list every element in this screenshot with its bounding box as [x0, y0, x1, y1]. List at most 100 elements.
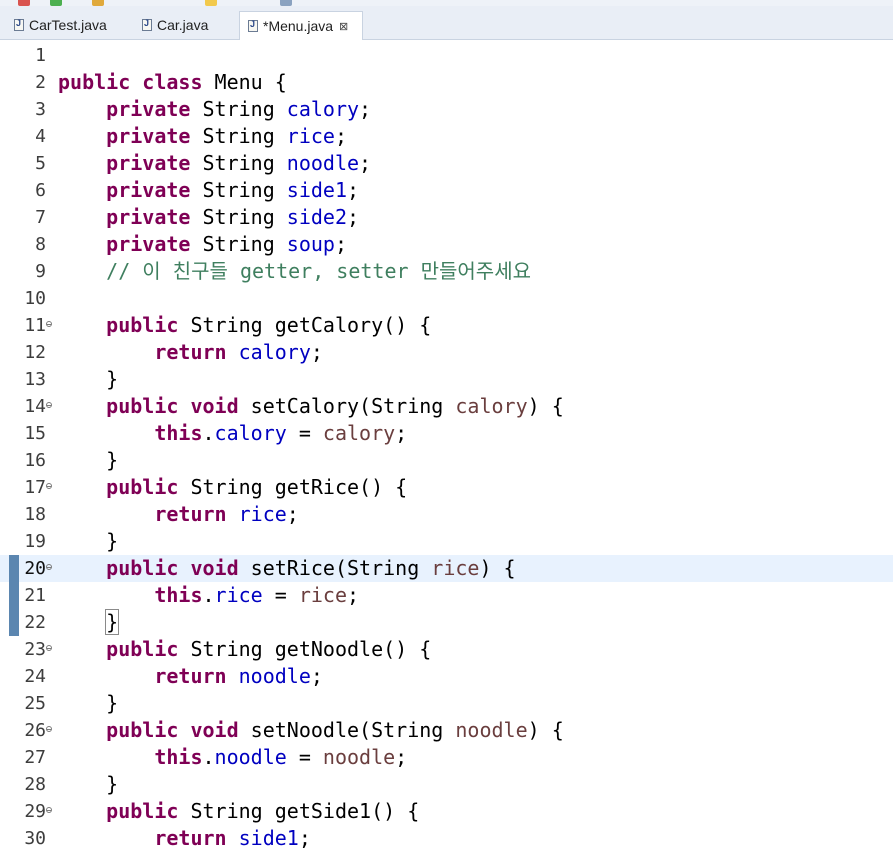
code-line[interactable]: 26 public void setNoodle(String noodle) …: [0, 717, 893, 744]
line-number: 21: [24, 585, 46, 606]
code-token: class: [142, 70, 203, 94]
code-line[interactable]: 27 this.noodle = noodle;: [0, 744, 893, 771]
code-line[interactable]: 10: [0, 285, 893, 312]
fold-toggle-icon[interactable]: [46, 564, 52, 570]
code-line[interactable]: 21 this.rice = rice;: [0, 582, 893, 609]
code-line[interactable]: 25 }: [0, 690, 893, 717]
code-line[interactable]: 24 return noodle;: [0, 663, 893, 690]
fold-toggle-icon[interactable]: [46, 402, 52, 408]
code-line[interactable]: 17 public String getRice() {: [0, 474, 893, 501]
code-token: private: [106, 124, 191, 148]
code-token: return: [154, 502, 227, 526]
code-line[interactable]: 5 private String noodle;: [0, 150, 893, 177]
code-token: public: [106, 718, 179, 742]
code-token: ;: [395, 421, 408, 445]
code-line[interactable]: 12 return calory;: [0, 339, 893, 366]
code-line[interactable]: 9 // 이 친구들 getter, setter 만들어주세요: [0, 258, 893, 285]
code-token: }: [105, 609, 120, 635]
code-token: ;: [298, 826, 311, 850]
fold-toggle-icon[interactable]: [46, 645, 52, 651]
code-token: calory: [455, 394, 528, 418]
code-line[interactable]: 3 private String calory;: [0, 96, 893, 123]
code-line[interactable]: 2 public class Menu {: [0, 69, 893, 96]
code-token: void: [190, 718, 239, 742]
code-line[interactable]: 13 }: [0, 366, 893, 393]
code-token: setNoodle(String: [238, 718, 456, 742]
code-text: public void setRice(String rice) {: [58, 555, 515, 582]
code-line[interactable]: 19 }: [0, 528, 893, 555]
code-line[interactable]: 4 private String rice;: [0, 123, 893, 150]
line-number: 27: [24, 747, 46, 768]
code-line[interactable]: 23 public String getNoodle() {: [0, 636, 893, 663]
code-editor[interactable]: 1 2 public class Menu {3 private String ca…: [0, 40, 893, 850]
code-line[interactable]: 22 }: [0, 609, 893, 636]
code-line[interactable]: 11 public String getCalory() {: [0, 312, 893, 339]
code-text: return calory;: [58, 339, 323, 366]
fold-toggle-icon[interactable]: [46, 321, 52, 327]
code-token: =: [262, 583, 299, 607]
code-token: public: [106, 313, 179, 337]
code-line[interactable]: 18 return rice;: [0, 501, 893, 528]
line-number: 11: [24, 315, 46, 336]
line-number: 17: [24, 477, 46, 498]
fold-toggle-icon[interactable]: [46, 483, 52, 489]
code-token: this: [154, 745, 203, 769]
code-token: calory: [238, 340, 311, 364]
line-number: 7: [35, 207, 46, 228]
code-line[interactable]: 16 }: [0, 447, 893, 474]
line-number: 2: [35, 72, 46, 93]
code-line[interactable]: 8 private String soup;: [0, 231, 893, 258]
code-token: rice: [431, 556, 480, 580]
code-token: side1: [286, 178, 348, 202]
code-token: private: [106, 205, 191, 229]
line-number: 13: [24, 369, 46, 390]
fold-toggle-icon[interactable]: [46, 726, 52, 732]
code-text: return side1;: [58, 825, 311, 852]
code-token: side1: [238, 826, 299, 850]
line-number: 1: [35, 45, 46, 66]
code-token: noodle: [214, 745, 287, 769]
code-text: private String calory;: [58, 96, 371, 123]
code-token: =: [286, 745, 323, 769]
code-token: String: [190, 232, 287, 256]
code-token: // 이 친구들 getter, setter 만들어주세요: [106, 259, 531, 283]
code-text: this.rice = rice;: [58, 582, 359, 609]
code-token: ;: [395, 745, 408, 769]
code-line[interactable]: 29 public String getSide1() {: [0, 798, 893, 825]
code-token: ) {: [527, 394, 564, 418]
code-token: ;: [359, 97, 372, 121]
code-line[interactable]: 14 public void setCalory(String calory) …: [0, 393, 893, 420]
code-line[interactable]: 15 this.calory = calory;: [0, 420, 893, 447]
line-number: 8: [35, 234, 46, 255]
code-line[interactable]: 28 }: [0, 771, 893, 798]
code-token: private: [106, 151, 191, 175]
tab-menu[interactable]: *Menu.java ⊠: [239, 11, 363, 40]
code-line[interactable]: 1: [0, 42, 893, 69]
close-icon[interactable]: ⊠: [339, 20, 348, 33]
code-token: noodle: [322, 745, 396, 769]
code-line[interactable]: 20 public void setRice(String rice) {: [0, 555, 893, 582]
code-token: ;: [347, 205, 360, 229]
code-token: String: [190, 97, 287, 121]
code-line[interactable]: 7 private String side2;: [0, 204, 893, 231]
code-line[interactable]: 30 return side1;: [0, 825, 893, 852]
code-token: String getNoodle() {: [178, 637, 432, 661]
tab-cartest[interactable]: CarTest.java: [6, 11, 134, 39]
code-token: ;: [347, 178, 360, 202]
tab-car[interactable]: Car.java: [134, 11, 238, 39]
fold-toggle-icon[interactable]: [46, 807, 52, 813]
code-line[interactable]: 6 private String side1;: [0, 177, 893, 204]
code-token: noodle: [286, 151, 360, 175]
code-text: }: [58, 690, 118, 717]
code-token: return: [154, 826, 227, 850]
code-text: private String noodle;: [58, 150, 371, 177]
code-token: noodle: [455, 718, 528, 742]
line-number: 30: [24, 828, 46, 849]
